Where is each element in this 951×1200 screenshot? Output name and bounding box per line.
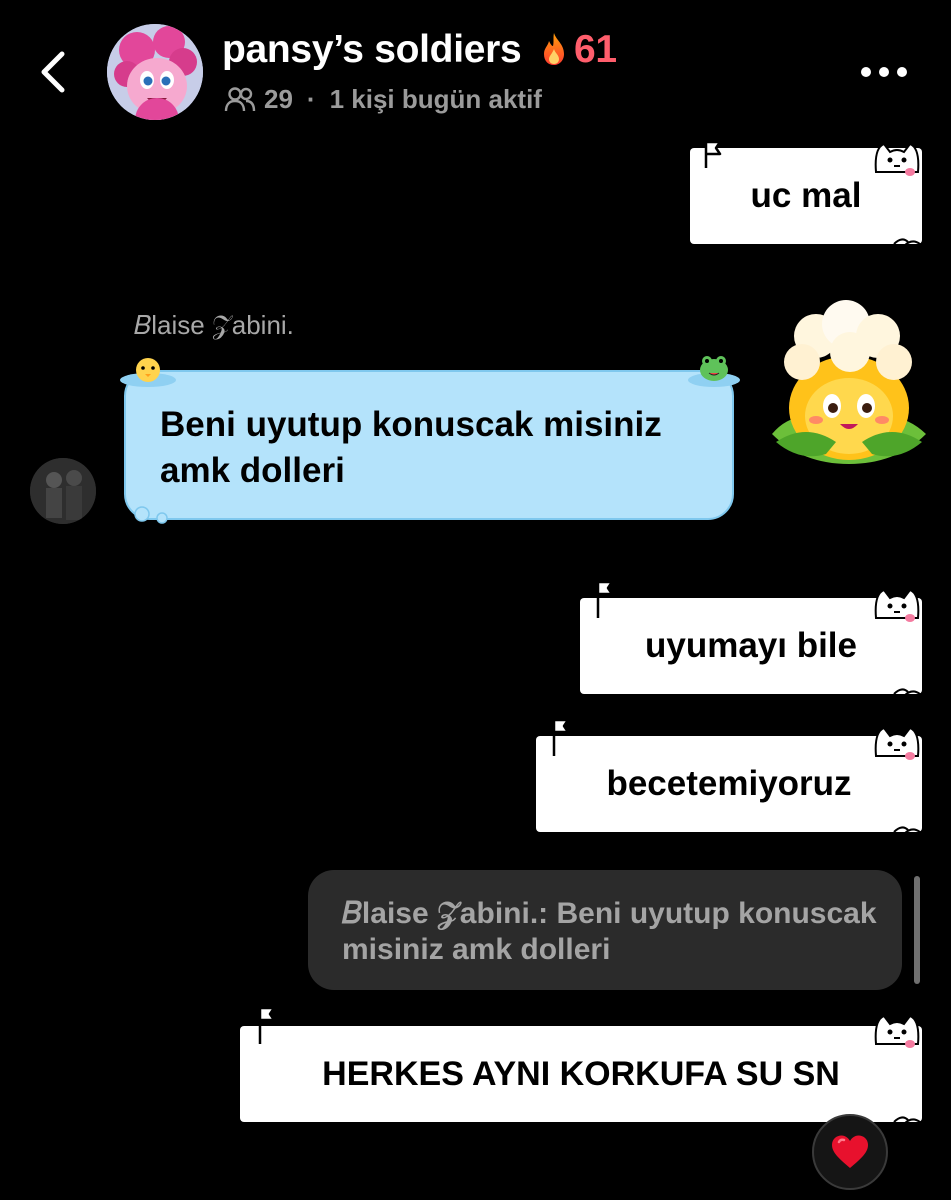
message-text: HERKES AYNI KORKUFA SU SN (322, 1054, 840, 1093)
message-text: uyumayı bile (644, 626, 858, 665)
streak-count: 61 (573, 28, 617, 71)
people-icon (224, 86, 256, 111)
message-text: uc mal (750, 176, 862, 215)
message-bubble-own[interactable]: uyumayı bile (580, 580, 922, 697)
member-count: 29 (264, 84, 293, 114)
flag-deco-icon (552, 718, 570, 756)
group-title[interactable]: pansy’s soldiers 61 (222, 28, 617, 72)
flag-deco-icon (258, 1006, 276, 1044)
paw-deco-icon (893, 238, 921, 247)
more-options-button[interactable] (856, 60, 912, 84)
pony-avatar-image (107, 24, 203, 120)
chevron-left-icon (41, 51, 65, 93)
paw-deco-icon (893, 1116, 921, 1125)
message-text: Beni uyutup konuscak misiniz amk dolleri (160, 405, 662, 490)
fire-icon (543, 33, 564, 65)
paw-deco-icon (893, 826, 921, 835)
flag-deco-icon (704, 140, 722, 168)
group-avatar[interactable] (107, 24, 203, 120)
group-subtitle[interactable]: 29 · 1 kişi bugün aktif (224, 84, 542, 115)
message-bubble-own[interactable]: HERKES AYNI KORKUFA SU SN (240, 1006, 922, 1125)
cat-sticker-icon (874, 142, 920, 176)
corn-sticker-icon[interactable] (766, 296, 932, 468)
flag-deco-icon (596, 580, 614, 618)
sender-avatar[interactable] (30, 458, 96, 524)
sender-name[interactable]: 𝐵laise 𝒵abini. (134, 310, 294, 342)
avatar-image (30, 458, 96, 524)
bubbles-deco-icon (134, 506, 168, 524)
message-bubble-own[interactable]: becetemiyoruz (536, 718, 922, 835)
cat-sticker-icon (874, 726, 920, 760)
more-horizontal-icon (861, 67, 907, 77)
heart-reaction-button[interactable] (812, 1114, 888, 1190)
active-status: 1 kişi bugün aktif (329, 84, 542, 114)
separator: · (306, 84, 316, 114)
reply-text: 𝐵laise 𝒵abini.: Beni uyutup konuscak mis… (342, 897, 877, 966)
message-text: becetemiyoruz (606, 764, 852, 803)
group-name: pansy’s soldiers (222, 28, 522, 71)
reply-preview[interactable]: 𝐵laise 𝒵abini.: Beni uyutup konuscak mis… (308, 870, 902, 990)
frog-deco-icon (688, 356, 740, 387)
paw-deco-icon (893, 688, 921, 697)
back-button[interactable] (30, 48, 78, 96)
message-bubble-own[interactable]: uc mal (690, 140, 922, 247)
cat-sticker-icon (874, 1014, 920, 1048)
cat-sticker-icon (874, 588, 920, 622)
message-bubble-incoming[interactable]: Beni uyutup konuscak misiniz amk dolleri (124, 370, 734, 520)
heart-icon (832, 1135, 868, 1168)
reply-indicator-line (914, 876, 920, 984)
duck-deco-icon (120, 358, 176, 387)
